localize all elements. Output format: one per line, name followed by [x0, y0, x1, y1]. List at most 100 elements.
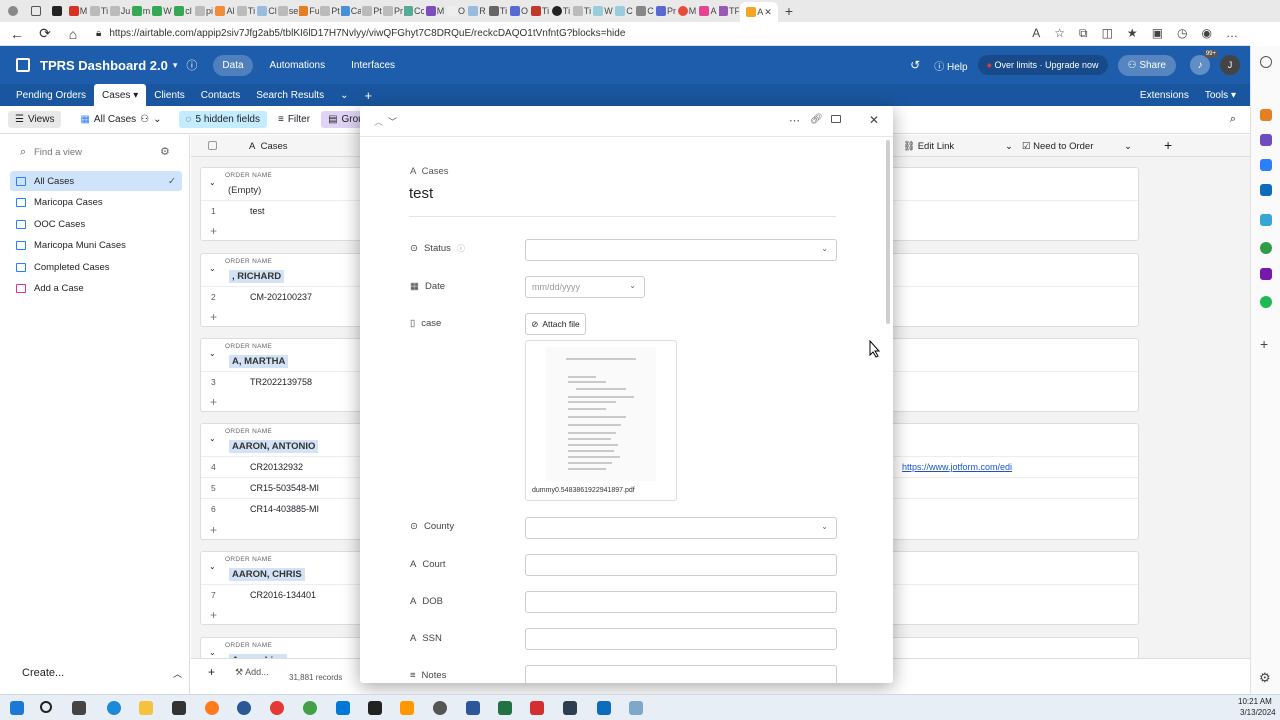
current-view-button[interactable]: ▦ All Cases ⚇ ⌄	[73, 111, 168, 128]
tab-actions-icon[interactable]	[47, 3, 67, 19]
shopping-icon[interactable]	[1260, 109, 1272, 121]
extensions-icon[interactable]: ⧉	[1079, 26, 1088, 41]
favorites-icon[interactable]: ★	[1127, 26, 1138, 41]
info-icon[interactable]: ⓘ	[186, 57, 197, 73]
status-select[interactable]: ⌄	[525, 239, 837, 261]
attach-file-button[interactable]: ⊘ Attach file	[525, 313, 586, 335]
history-icon[interactable]: ◷	[1177, 26, 1187, 41]
close-icon[interactable]: ✕	[764, 7, 772, 18]
clock-time[interactable]: 10:21 AM	[1238, 697, 1272, 706]
avatar[interactable]: J	[1220, 55, 1240, 75]
app-logo-icon[interactable]	[16, 58, 30, 72]
sublime-icon[interactable]	[400, 701, 414, 715]
games-icon[interactable]	[1260, 159, 1272, 171]
add-record-icon[interactable]: +	[208, 665, 215, 679]
back-icon[interactable]: ←	[6, 23, 28, 45]
create-button[interactable]: Create... ︿	[22, 667, 182, 680]
search-icon[interactable]	[40, 701, 52, 713]
browser-tab[interactable]: se	[278, 3, 298, 19]
notifications-icon[interactable]: ♪ 99+	[1190, 50, 1218, 75]
settings-icon[interactable]: ⚙	[160, 145, 170, 158]
tools-icon[interactable]	[1260, 134, 1272, 146]
tab-clients[interactable]: Clients	[146, 84, 193, 106]
browser-tab[interactable]: C	[614, 3, 634, 19]
nav-data[interactable]: Data	[213, 54, 253, 76]
browser-tab[interactable]: W	[593, 3, 613, 19]
browser-tab[interactable]: M	[677, 3, 697, 19]
collapse-chevron-icon[interactable]: ⌄	[209, 648, 216, 657]
help-button[interactable]: ⓘ Help	[934, 58, 967, 73]
favorite-star-icon[interactable]: ☆	[1054, 26, 1065, 41]
copy-link-icon[interactable]: 🔗︎	[810, 114, 823, 125]
edit-link-cell[interactable]: https://www.jotform.com/edi	[902, 462, 1012, 472]
browser-tab[interactable]: Fu	[299, 3, 319, 19]
excel-icon[interactable]	[498, 701, 512, 715]
search-icon[interactable]	[1260, 56, 1272, 68]
views-toggle-button[interactable]: ☰ Views	[8, 111, 62, 128]
sidebar-item-add-a-case[interactable]: Add a Case	[10, 278, 182, 298]
find-view-input[interactable]	[34, 144, 144, 160]
browser-tab[interactable]: Cc	[404, 3, 424, 19]
browser-tab[interactable]: C	[635, 3, 655, 19]
more-tables-icon[interactable]: ⌄	[332, 84, 356, 106]
store-icon[interactable]	[172, 701, 186, 715]
sidebar-item-maricopa-cases[interactable]: Maricopa Cases	[10, 192, 182, 212]
next-record-icon[interactable]: ﹀	[388, 115, 397, 128]
read-aloud-icon[interactable]: A	[1032, 26, 1040, 41]
filter-button[interactable]: ≡ Filter	[271, 111, 317, 128]
app-icon[interactable]	[629, 701, 643, 715]
date-input[interactable]: mm/dd/yyyy ⌄	[525, 276, 645, 298]
column-header-edit-link[interactable]: ⛓ Edit Link ⌄	[903, 141, 1013, 152]
add-field-button[interactable]: +	[1164, 137, 1172, 153]
outlook-icon[interactable]	[597, 701, 611, 715]
browser-tab[interactable]: O	[509, 3, 529, 19]
sidebar-item-all-cases[interactable]: All Cases ✓	[10, 171, 182, 191]
add-record-icon[interactable]: +	[210, 224, 217, 238]
attachment-thumbnail[interactable]: dummy0.5483861922941897.pdf	[525, 340, 677, 501]
browser-tab[interactable]: Ca	[341, 3, 361, 19]
app-icon[interactable]	[237, 701, 251, 715]
collapse-chevron-icon[interactable]: ⌄	[209, 178, 216, 187]
vscode-icon[interactable]	[336, 701, 350, 715]
chevron-down-icon[interactable]: ▾	[173, 60, 178, 71]
designer-icon[interactable]	[1260, 242, 1272, 254]
acrobat-icon[interactable]	[530, 701, 544, 715]
browser-tab[interactable]: Ti	[89, 3, 109, 19]
collections-icon[interactable]: ▣	[1152, 26, 1163, 41]
expand-icon[interactable]	[831, 115, 841, 123]
hidden-fields-button[interactable]: ◌ 5 hidden fields	[178, 111, 267, 128]
select-all-checkbox[interactable]	[208, 141, 217, 150]
collapse-chevron-icon[interactable]: ⌄	[209, 562, 216, 571]
firefox-icon[interactable]	[205, 701, 219, 715]
record-title[interactable]: test	[409, 185, 433, 202]
browser-tab[interactable]: Cl	[257, 3, 277, 19]
extensions-button[interactable]: Extensions	[1132, 84, 1197, 106]
app-icon[interactable]	[563, 701, 577, 715]
browser-tab[interactable]: TF	[719, 3, 739, 19]
chrome-profile-icon[interactable]	[303, 701, 317, 715]
address-bar[interactable]: 🔒︎ https://airtable.com/appip2siv7Jfg2ab…	[96, 28, 1032, 39]
history-icon[interactable]: ↺	[910, 58, 920, 72]
file-explorer-icon[interactable]	[139, 701, 153, 715]
tab-cases[interactable]: Cases ▾	[94, 84, 147, 106]
browser-tab[interactable]: Al	[215, 3, 235, 19]
browser-tab[interactable]: Pt	[320, 3, 340, 19]
ssn-input[interactable]	[525, 628, 837, 650]
clock-date[interactable]: 3/13/2024	[1240, 708, 1276, 717]
tab-contacts[interactable]: Contacts	[193, 84, 248, 106]
spotify-icon[interactable]	[1260, 296, 1272, 308]
outlook-icon[interactable]	[1260, 184, 1272, 196]
add-icon[interactable]: +	[1260, 336, 1268, 352]
add-record-button[interactable]: ⚒ Add...	[235, 667, 269, 678]
column-header-cases[interactable]: A Cases	[249, 141, 288, 152]
terminal-icon[interactable]	[368, 701, 382, 715]
add-record-icon[interactable]: +	[210, 523, 217, 537]
edge-icon[interactable]	[107, 701, 121, 715]
search-icon[interactable]: ⌕	[1230, 113, 1236, 126]
browser-tab[interactable]: W	[152, 3, 172, 19]
workspaces-icon[interactable]	[26, 3, 46, 19]
tools-button[interactable]: Tools ▾	[1197, 84, 1244, 106]
home-icon[interactable]: ⌂	[62, 23, 84, 45]
settings-icon[interactable]	[433, 701, 447, 715]
copilot-icon[interactable]: ◉	[1202, 26, 1212, 41]
